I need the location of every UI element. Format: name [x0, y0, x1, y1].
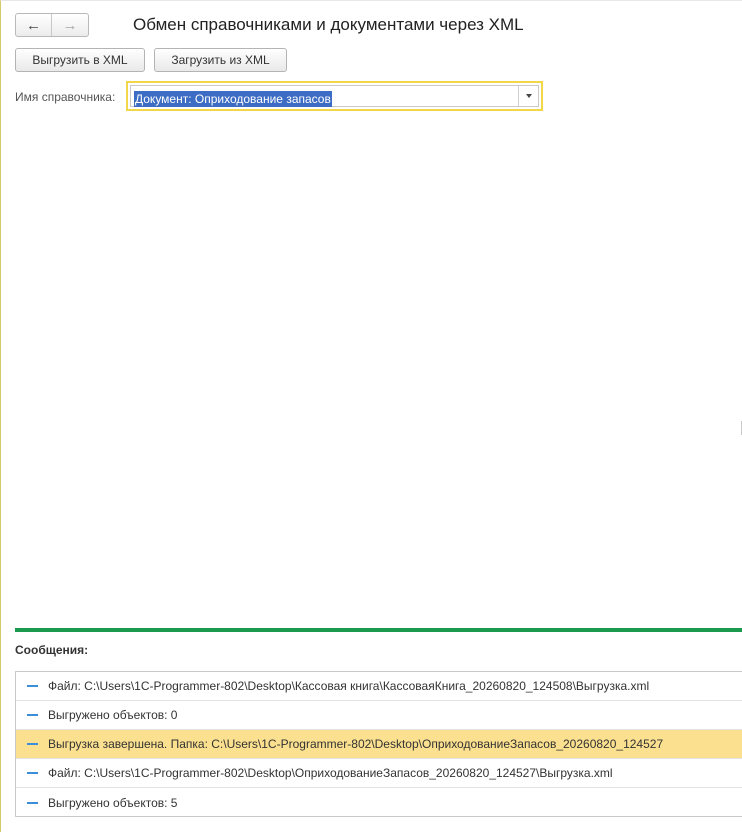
message-row[interactable]: Файл: C:\Users\1C-Programmer-802\Desktop…	[16, 672, 742, 701]
forward-button[interactable]: →	[52, 14, 88, 36]
page-title: Обмен справочниками и документами через …	[133, 15, 524, 34]
message-text: Файл: C:\Users\1C-Programmer-802\Desktop…	[48, 766, 613, 780]
chevron-down-icon	[525, 94, 532, 98]
catalog-name-label: Имя справочника:	[15, 90, 116, 104]
catalog-name-select-box: Документ: Оприходование запасов	[130, 85, 539, 107]
arrow-right-icon: →	[62, 16, 78, 34]
export-xml-button[interactable]: Выгрузить в XML	[15, 48, 145, 72]
messages-divider	[15, 628, 742, 632]
message-text: Выгрузка завершена. Папка: C:\Users\1C-P…	[48, 737, 664, 751]
dropdown-button[interactable]	[518, 86, 538, 106]
dash-icon	[27, 801, 38, 804]
dash-icon	[27, 743, 38, 745]
arrow-left-icon: ←	[26, 16, 41, 34]
dash-icon	[27, 714, 38, 716]
form-window: ← → Обмен справочниками и документами че…	[0, 0, 742, 832]
dash-icon	[27, 772, 38, 774]
message-row[interactable]: Файл: C:\Users\1C-Programmer-802\Desktop…	[16, 759, 742, 788]
catalog-name-value[interactable]: Документ: Оприходование запасов	[134, 91, 332, 107]
message-text: Выгружено объектов: 5	[48, 795, 178, 810]
message-text: Выгружено объектов: 0	[48, 708, 178, 722]
back-button[interactable]: ←	[16, 14, 53, 36]
message-text: Файл: C:\Users\1C-Programmer-802\Desktop…	[48, 679, 650, 693]
message-row[interactable]: Выгружено объектов: 5	[16, 788, 742, 817]
messages-list[interactable]: Файл: C:\Users\1C-Programmer-802\Desktop…	[15, 671, 742, 817]
messages-header: Сообщения:	[15, 643, 89, 657]
navigation-buttons: ← →	[15, 13, 89, 37]
catalog-name-select[interactable]: Документ: Оприходование запасов	[126, 81, 543, 111]
message-row-selected[interactable]: Выгрузка завершена. Папка: C:\Users\1C-P…	[16, 730, 742, 759]
dash-icon	[27, 685, 38, 687]
message-row[interactable]: Выгружено объектов: 0	[16, 701, 742, 730]
import-xml-button[interactable]: Загрузить из XML	[154, 48, 287, 72]
